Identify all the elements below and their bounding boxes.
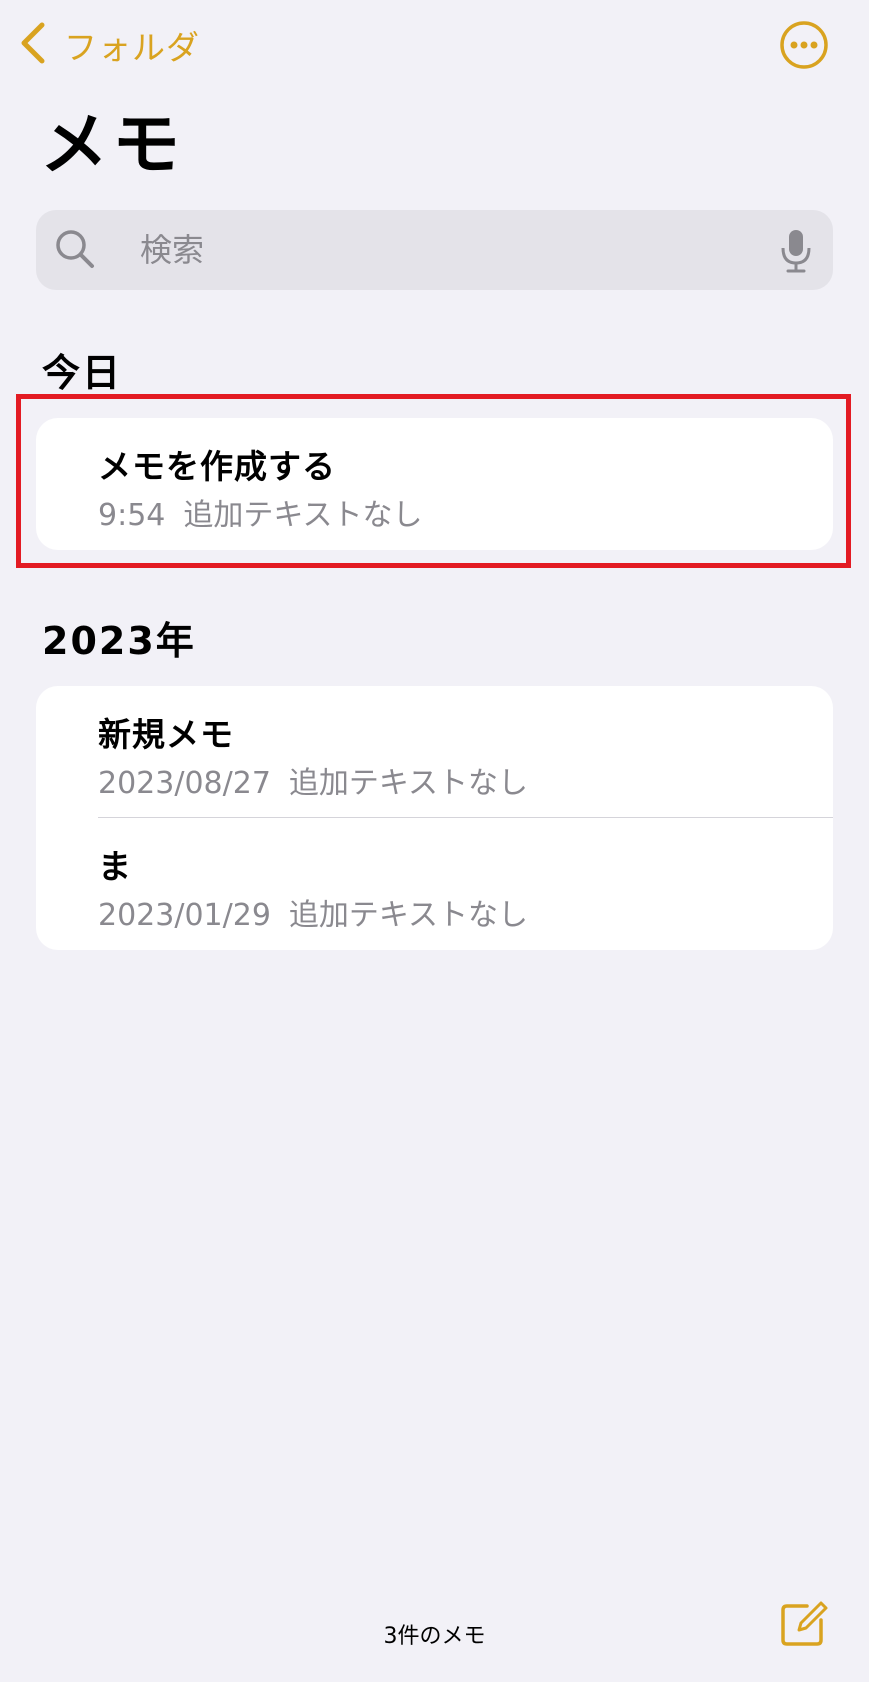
note-meta: 9:54 追加テキストなし	[98, 490, 422, 534]
page-title: メモ	[40, 106, 185, 185]
magnifying-glass-icon	[54, 228, 96, 270]
bottom-toolbar: 3件のメモ	[0, 1590, 869, 1682]
note-preview: 追加テキストなし	[288, 766, 529, 801]
note-title: 新規メモ	[98, 715, 234, 754]
list-item[interactable]: 新規メモ 2023/08/27 追加テキストなし	[36, 686, 833, 818]
navigation-bar: フォルダ	[0, 0, 869, 96]
list-item[interactable]: ま 2023/01/29 追加テキストなし	[36, 818, 833, 950]
note-meta: 2023/08/27 追加テキストなし	[98, 758, 528, 802]
notes-card-2023: 新規メモ 2023/08/27 追加テキストなし ま 2023/01/29 追加テキ…	[36, 686, 833, 950]
note-title: メモを作成する	[98, 447, 336, 486]
back-button[interactable]: フォルダ	[18, 20, 200, 70]
search-input[interactable]	[104, 222, 820, 278]
square-and-pencil-icon	[777, 1601, 829, 1654]
notes-card-today: メモを作成する 9:54 追加テキストなし	[36, 418, 833, 550]
back-button-label: フォルダ	[64, 28, 200, 67]
chevron-left-icon	[18, 21, 48, 69]
note-title: ま	[98, 847, 132, 886]
note-count: 3件のメモ	[383, 1624, 486, 1649]
search-bar[interactable]	[36, 210, 833, 290]
note-date: 2023/01/29	[98, 898, 271, 933]
list-item[interactable]: メモを作成する 9:54 追加テキストなし	[36, 418, 833, 550]
compose-button[interactable]	[777, 1598, 829, 1650]
section-header-2023: 2023年	[42, 619, 196, 663]
note-meta: 2023/01/29 追加テキストなし	[98, 890, 528, 934]
note-preview: 追加テキストなし	[288, 898, 529, 933]
microphone-icon[interactable]	[779, 228, 813, 274]
ellipsis-circle-icon	[779, 21, 829, 74]
more-options-button[interactable]	[779, 20, 829, 70]
note-date: 2023/08/27	[98, 766, 271, 801]
section-header-today: 今日	[42, 351, 123, 395]
note-date: 9:54	[98, 498, 166, 533]
note-preview: 追加テキストなし	[183, 498, 423, 533]
